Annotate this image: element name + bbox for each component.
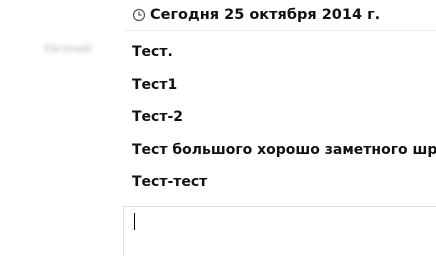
message-text: Тест-тест <box>132 174 208 190</box>
message-text: Тест1 <box>132 76 178 93</box>
message-text: Тест. <box>132 44 173 60</box>
message-list: Тест. Тест1 Тест-2 Тест большого хорошо … <box>132 42 436 205</box>
message-text: Тест большого хорошо заметного шрифта <box>132 141 436 158</box>
message-text: Тест-2 <box>132 109 184 125</box>
text-caret <box>134 213 135 230</box>
date-label: Сегодня 25 октября 2014 г. <box>150 7 381 23</box>
sender-name[interactable]: Евгений <box>44 42 91 55</box>
date-header: Сегодня 25 октября 2014 г. <box>132 5 380 25</box>
header-divider <box>124 30 436 31</box>
clock-icon <box>132 8 146 22</box>
message-input[interactable] <box>123 206 436 256</box>
